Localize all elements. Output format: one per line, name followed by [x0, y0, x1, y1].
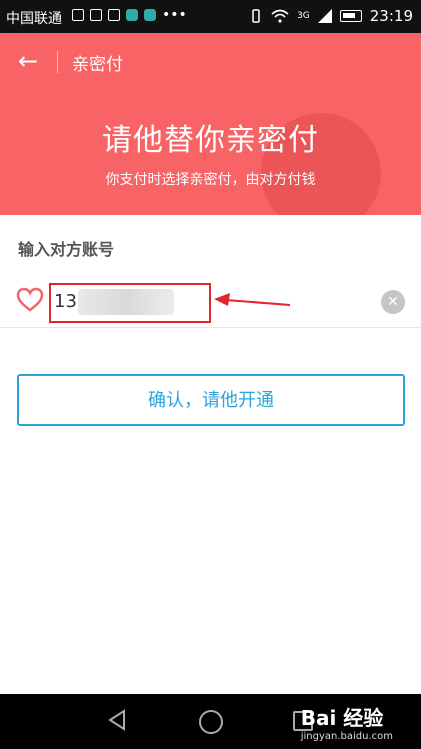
clear-icon[interactable]: ✕	[381, 290, 405, 314]
image-icon	[108, 9, 120, 21]
heart-icon[interactable]	[16, 286, 44, 314]
account-input[interactable]	[52, 284, 376, 318]
hero-title: 请他替你亲密付	[102, 123, 319, 158]
baidu-jingyan-watermark: Bai 经验 jingyan.baidu.com	[301, 702, 393, 742]
shield-icon	[72, 9, 84, 21]
watermark-site: jingyan.baidu.com	[300, 731, 393, 742]
account-input-row: ✕	[0, 275, 421, 328]
confirm-activate-button[interactable]: 确认，请他开通	[17, 374, 405, 426]
header-divider	[57, 51, 58, 73]
app-notification-icon	[126, 9, 138, 21]
battery-icon	[339, 10, 362, 22]
watermark-brand: Bai 经验	[300, 706, 384, 730]
vibrate-icon	[252, 9, 260, 23]
app-notification-icon-2	[144, 9, 156, 21]
nav-back-icon[interactable]	[106, 709, 128, 731]
more-notifications-icon: •••	[162, 7, 187, 23]
status-bar: 中国联通 ••• 3G 23:19	[0, 0, 421, 33]
notification-icons: •••	[72, 7, 187, 23]
system-navigation-bar: Bai 经验 jingyan.baidu.com	[0, 694, 421, 749]
intimate-pay-header: ← 亲密付 请他替你亲密付 你支付时选择亲密付，由对方付钱	[0, 33, 421, 215]
carrier-name: 中国联通	[6, 11, 62, 27]
signal-icon	[317, 9, 332, 23]
clock: 23:19	[369, 7, 413, 25]
wifi-icon	[271, 9, 289, 23]
battery-saver-icon	[90, 9, 102, 21]
page-title: 亲密付	[72, 55, 123, 75]
network-type-label: 3G	[297, 11, 310, 21]
nav-home-icon[interactable]	[199, 710, 223, 734]
system-icons: 3G 23:19	[249, 7, 413, 25]
account-section-label: 输入对方账号	[18, 240, 115, 259]
back-arrow-icon[interactable]: ←	[18, 47, 38, 75]
hero-subtitle: 你支付时选择亲密付，由对方付钱	[105, 172, 316, 188]
